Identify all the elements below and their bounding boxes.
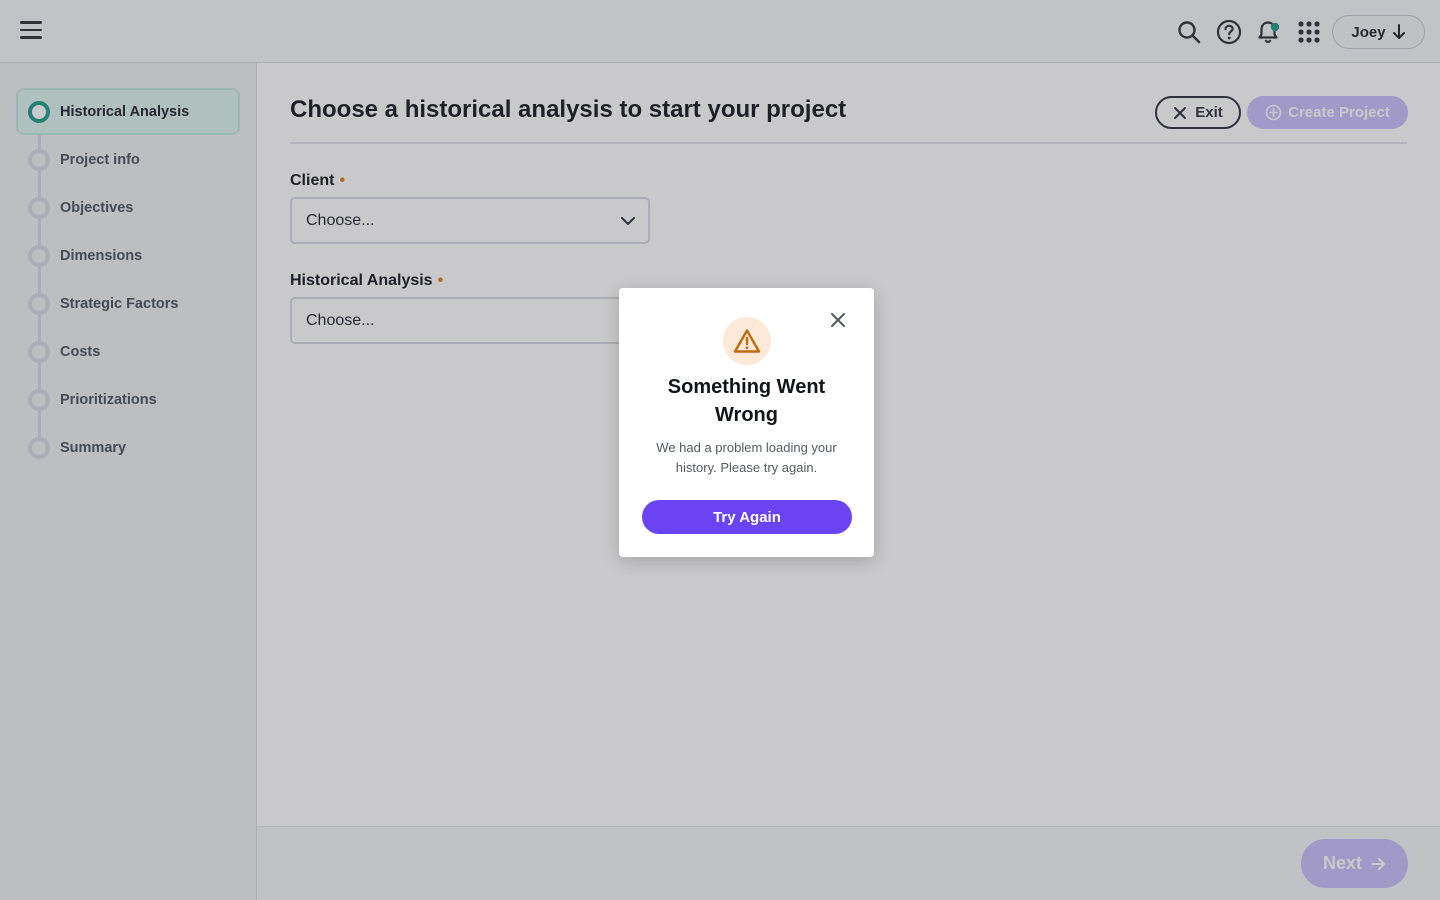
- error-modal: Something Went Wrong We had a problem lo…: [619, 288, 874, 557]
- warning-icon-badge: [723, 317, 771, 365]
- modal-message: We had a problem loading your history. P…: [656, 440, 837, 475]
- warning-triangle-icon: [733, 329, 761, 353]
- try-again-button[interactable]: Try Again: [642, 500, 852, 534]
- modal-title: Something Went Wrong: [667, 376, 826, 426]
- close-icon[interactable]: [828, 310, 848, 330]
